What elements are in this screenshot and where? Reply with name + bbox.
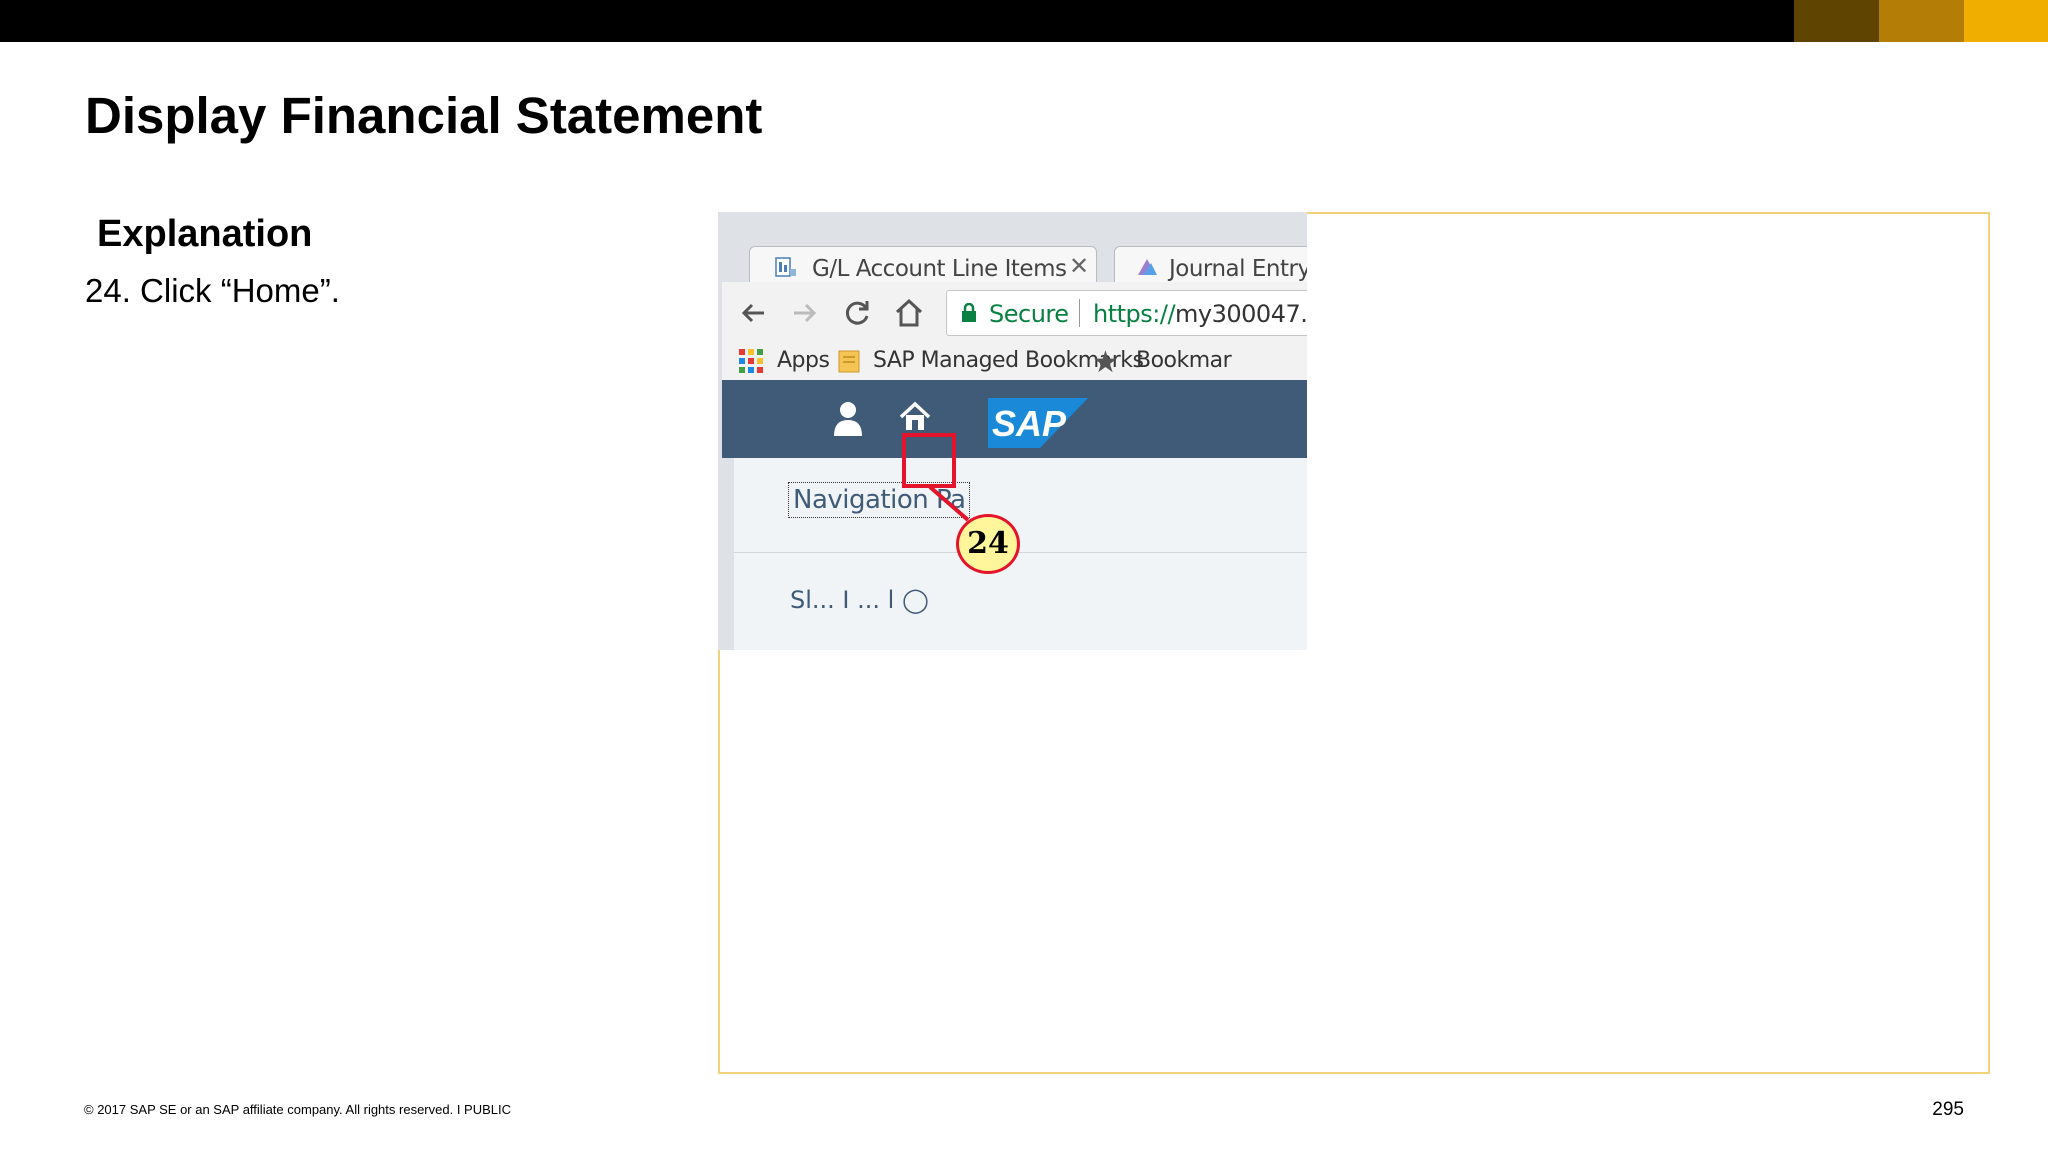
address-bar[interactable]: Secure https://my300047. — [946, 290, 1307, 336]
tab-gl-account-line-items[interactable]: G/L Account Line Items ✕ — [749, 246, 1097, 286]
secure-label: Secure — [989, 300, 1069, 328]
url-host: my300047. — [1175, 300, 1307, 328]
content-divider — [734, 552, 1307, 553]
tab-label: Journal Entry An — [1169, 256, 1307, 282]
sap-logo[interactable]: SAP — [988, 398, 1088, 448]
sap-shell-bar: SAP — [722, 380, 1307, 458]
top-bar-accent-mid — [1879, 0, 1964, 42]
report-icon — [775, 257, 796, 277]
navigation-panel-area: Navigation Pa Sl... I ... l ◯ — [734, 458, 1307, 650]
step-callout: 24 — [956, 514, 1020, 574]
top-bar — [0, 0, 2048, 42]
tab-journal-entry[interactable]: Journal Entry An — [1114, 246, 1307, 286]
cut-off-text: Sl... I ... l ◯ — [790, 586, 929, 614]
url-scheme: https:// — [1093, 300, 1176, 328]
close-icon[interactable]: ✕ — [1069, 252, 1089, 281]
url-text: https://my300047. — [1093, 300, 1307, 328]
browser-toolbar: Secure https://my300047. Apps SAP Manage… — [722, 282, 1307, 380]
apps-grid-icon[interactable] — [738, 348, 764, 374]
back-arrow-icon[interactable] — [736, 296, 770, 330]
reload-icon[interactable] — [840, 296, 874, 330]
address-separator — [1079, 299, 1080, 327]
home-highlight-box — [902, 433, 956, 488]
tab-label: G/L Account Line Items — [812, 256, 1067, 282]
lock-icon — [962, 303, 976, 322]
tab-strip: G/L Account Line Items ✕ Journal Entry A… — [722, 216, 1307, 286]
top-bar-accent-light — [1964, 0, 2048, 42]
bookmark-apps[interactable]: Apps — [777, 348, 830, 373]
footer-copyright: © 2017 SAP SE or an SAP affiliate compan… — [84, 1102, 512, 1117]
slide-title: Display Financial Statement — [85, 87, 763, 144]
star-icon: ★ — [1092, 346, 1119, 379]
app-icon — [1138, 259, 1157, 275]
bookmark-folder-icon — [838, 350, 860, 373]
forward-arrow-icon[interactable] — [788, 296, 822, 330]
browser-home-icon[interactable] — [892, 296, 926, 330]
sap-logo-text: SAP — [992, 403, 1067, 444]
home-icon[interactable] — [898, 400, 932, 434]
explanation-heading: Explanation — [97, 213, 313, 255]
bookmarks-bar: Apps SAP Managed Bookmarks ★ Bookmar — [722, 342, 1307, 380]
page-number: 295 — [1932, 1099, 1964, 1120]
top-bar-accent-dark — [1794, 0, 1879, 42]
browser-screenshot: G/L Account Line Items ✕ Journal Entry A… — [718, 212, 1307, 650]
explanation-step: 24. Click “Home”. — [85, 272, 340, 309]
bookmark-item[interactable]: Bookmar — [1136, 348, 1232, 373]
user-icon[interactable] — [832, 400, 864, 438]
